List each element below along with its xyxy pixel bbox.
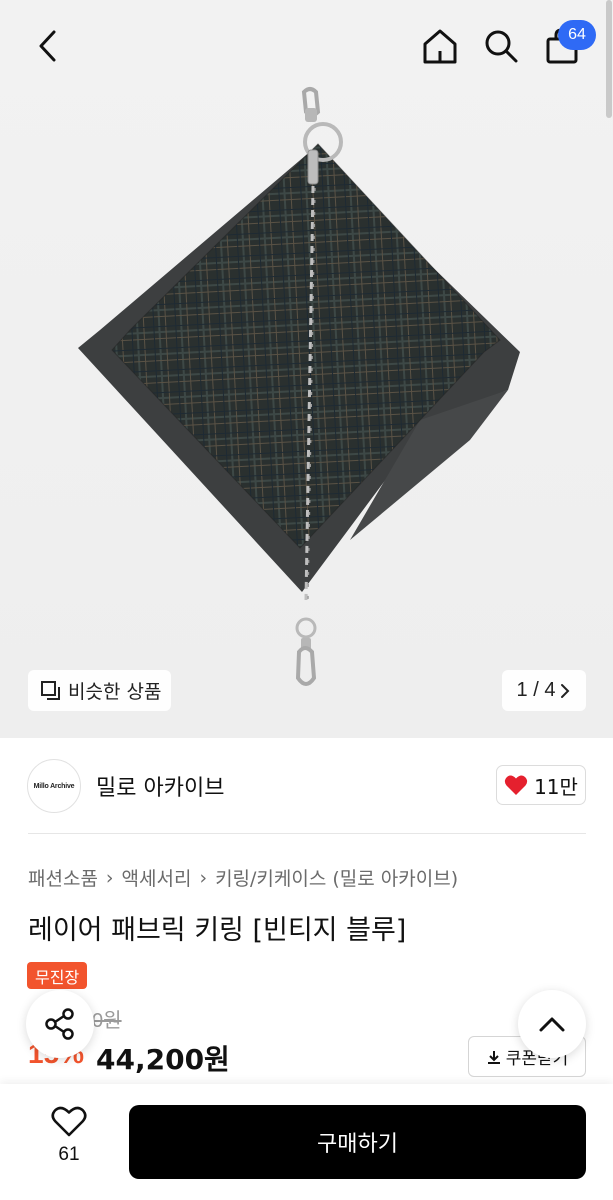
chevron-right-icon: › <box>105 866 114 889</box>
chevron-up-icon <box>539 1017 565 1032</box>
similar-products-label: 비슷한 상품 <box>68 681 162 703</box>
search-button[interactable] <box>477 22 525 70</box>
top-navigation-bar: 64 <box>0 0 613 90</box>
store-logo[interactable]: Millo Archive <box>27 759 81 813</box>
divider <box>28 833 586 834</box>
home-button[interactable] <box>416 22 464 70</box>
bottom-action-bar: 61 구매하기 <box>0 1084 613 1200</box>
chevron-left-icon <box>39 30 56 62</box>
product-tag: 무진장 <box>27 962 88 989</box>
image-pager[interactable]: 1 / 4 <box>502 670 586 711</box>
breadcrumb-item[interactable]: 액세서리 <box>122 864 192 891</box>
share-icon <box>45 1008 74 1040</box>
sale-price: 44,200원 <box>96 1043 230 1076</box>
image-pager-label: 1 / 4 <box>516 679 556 701</box>
buy-button[interactable]: 구매하기 <box>129 1105 586 1179</box>
chevron-right-icon: › <box>199 866 208 889</box>
store-name[interactable]: 밀로 아카이브 <box>96 770 224 802</box>
copy-icon <box>41 680 60 700</box>
back-button[interactable] <box>26 24 70 68</box>
breadcrumb-item[interactable]: 키링/키케이스 (밀로 아카이브) <box>215 864 458 891</box>
home-icon <box>423 29 457 64</box>
wishlist-button[interactable]: 61 <box>38 1106 100 1178</box>
store-row: Millo Archive 밀로 아카이브 11만 <box>0 738 613 834</box>
chevron-right-icon <box>561 683 570 698</box>
breadcrumb: 패션소품 › 액세서리 › 키링/키케이스 (밀로 아카이브) <box>28 864 458 891</box>
store-like-button[interactable]: 11만 <box>496 765 586 805</box>
download-icon <box>487 1050 500 1064</box>
scrollbar[interactable] <box>606 0 612 118</box>
heart-icon <box>504 775 528 795</box>
product-title: 레이어 패브릭 키링 [빈티지 블루] <box>28 915 407 946</box>
search-icon <box>485 30 518 63</box>
product-image-gallery[interactable]: 64 비슷한 상품 1 / 4 <box>0 0 613 738</box>
heart-outline-icon <box>51 1106 87 1137</box>
breadcrumb-item[interactable]: 패션소품 <box>28 864 98 891</box>
wishlist-count: 61 <box>58 1144 80 1165</box>
similar-products-button[interactable]: 비슷한 상품 <box>28 670 172 711</box>
cart-count-badge: 64 <box>558 20 596 50</box>
scroll-to-top-button[interactable] <box>518 990 586 1058</box>
share-button[interactable] <box>26 990 94 1058</box>
store-like-count: 11만 <box>534 774 578 799</box>
product-photo <box>78 87 520 686</box>
store-logo-text: Millo Archive <box>33 782 75 790</box>
